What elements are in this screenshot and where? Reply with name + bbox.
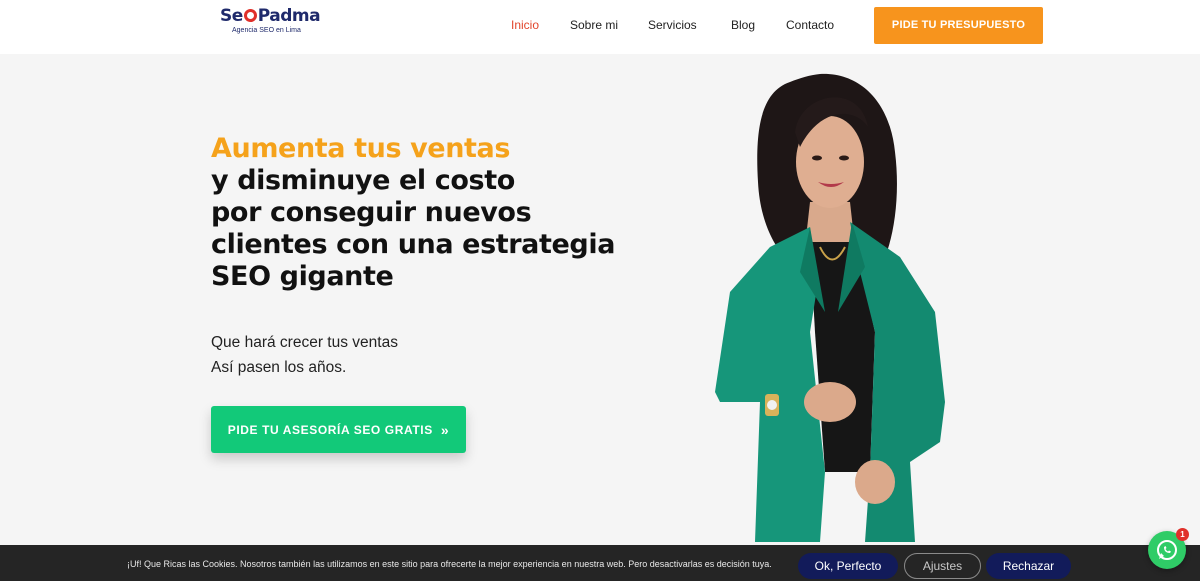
cookie-reject-button[interactable]: Rechazar <box>986 553 1071 579</box>
nav-item-sobre-mi[interactable]: Sobre mi <box>570 18 618 32</box>
notification-badge: 1 <box>1176 528 1189 541</box>
cookie-message: ¡Uf! Que Ricas las Cookies. Nosotros tam… <box>127 559 772 569</box>
site-header: Se Padma Agencia SEO en Lima Inicio Sobre… <box>0 0 1200 54</box>
cookie-settings-button[interactable]: Ajustes <box>904 553 981 579</box>
nav-item-contacto[interactable]: Contacto <box>786 18 834 32</box>
cookie-accept-button[interactable]: Ok, Perfecto <box>798 553 898 579</box>
cookie-consent-bar: ¡Uf! Que Ricas las Cookies. Nosotros tam… <box>0 545 1200 581</box>
subtext-line: Así pasen los años. <box>211 359 347 376</box>
headline-line: SEO gigante <box>211 261 394 292</box>
hero-headline: Aumenta tus ventas y disminuye el costo … <box>211 133 641 293</box>
request-quote-button[interactable]: PIDE TU PRESUPUESTO <box>874 7 1043 44</box>
headline-line: y disminuye el costo <box>211 165 515 196</box>
subtext-line: Que hará crecer tus ventas <box>211 334 398 351</box>
hero-person-image <box>715 73 945 542</box>
nav-item-servicios[interactable]: Servicios <box>648 18 697 32</box>
headline-line: clientes con una estrategia <box>211 229 616 260</box>
free-seo-consultation-button[interactable]: PIDE TU ASESORÍA SEO GRATIS » <box>211 406 466 453</box>
nav-item-inicio[interactable]: Inicio <box>511 18 539 32</box>
cta-label: PIDE TU ASESORÍA SEO GRATIS <box>227 422 433 437</box>
hero-section <box>0 54 1200 545</box>
headline-accent: Aumenta tus ventas <box>211 133 511 164</box>
hero-subtext: Que hará crecer tus ventas Así pasen los… <box>211 330 398 380</box>
nav-item-blog[interactable]: Blog <box>731 18 755 32</box>
headline-line: por conseguir nuevos <box>211 197 532 228</box>
double-chevron-right-icon: » <box>440 421 450 438</box>
whatsapp-icon <box>1157 540 1177 560</box>
